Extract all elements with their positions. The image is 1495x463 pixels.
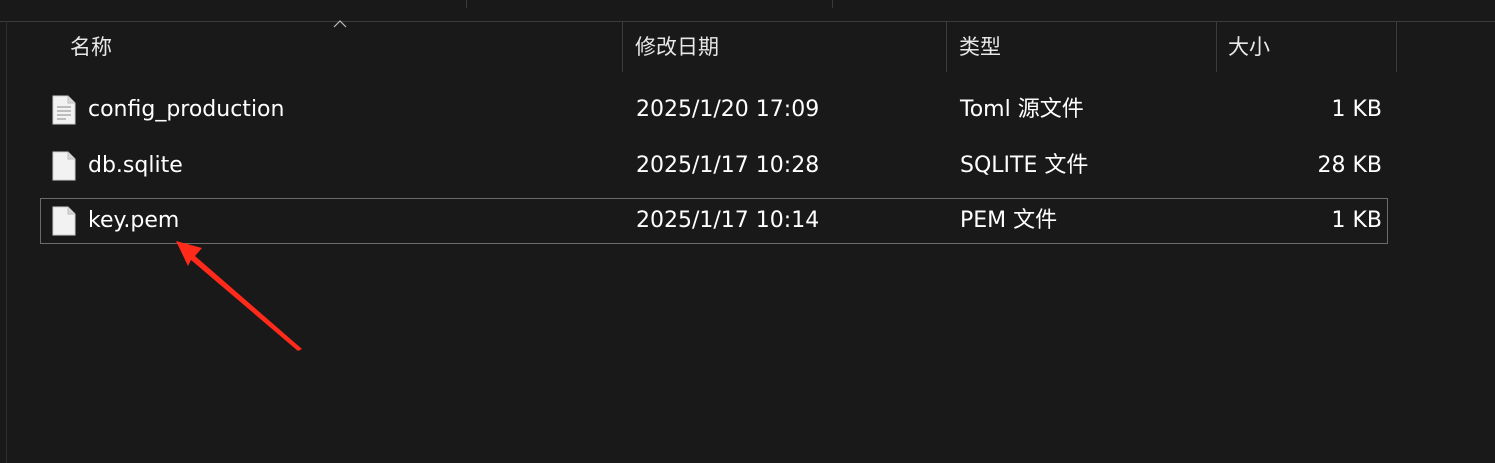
file-explorer-window: 名称 修改日期 类型 大小 config_production 2025/1/2…	[0, 0, 1495, 463]
file-modified-date: 2025/1/17 10:28	[636, 153, 820, 178]
column-resize-handle[interactable]	[946, 22, 947, 72]
file-row-focused[interactable]: key.pem 2025/1/17 10:14 PEM 文件 1 KB	[40, 198, 1388, 244]
column-header-name[interactable]: 名称	[70, 22, 112, 72]
column-resize-handle[interactable]	[1216, 22, 1217, 72]
file-size: 1 KB	[1331, 208, 1382, 233]
file-name: db.sqlite	[88, 153, 183, 178]
file-row[interactable]: db.sqlite 2025/1/17 10:28 SQLITE 文件 28 K…	[40, 143, 1388, 189]
column-resize-handle[interactable]	[1396, 22, 1397, 72]
toolbar-divider	[466, 0, 467, 8]
blank-document-icon	[52, 206, 76, 236]
pane-edge	[6, 21, 7, 463]
file-row[interactable]: config_production 2025/1/20 17:09 Toml 源…	[40, 87, 1388, 133]
blank-document-icon	[52, 151, 76, 181]
column-header-type[interactable]: 类型	[959, 22, 1001, 72]
file-name: config_production	[88, 97, 285, 122]
toolbar-divider	[832, 0, 833, 8]
file-type: PEM 文件	[960, 208, 1058, 233]
file-type: SQLITE 文件	[960, 153, 1089, 178]
toolbar-strip	[0, 0, 1495, 22]
text-document-icon	[52, 95, 76, 125]
file-name: key.pem	[88, 208, 180, 233]
file-size: 1 KB	[1331, 97, 1382, 122]
file-modified-date: 2025/1/17 10:14	[636, 208, 820, 233]
file-size: 28 KB	[1317, 153, 1382, 178]
column-resize-handle[interactable]	[622, 22, 623, 72]
file-type: Toml 源文件	[960, 97, 1084, 122]
column-header-size[interactable]: 大小	[1228, 22, 1270, 72]
column-header-row: 名称 修改日期 类型 大小	[0, 22, 1495, 72]
column-header-modified[interactable]: 修改日期	[635, 22, 719, 72]
file-modified-date: 2025/1/20 17:09	[636, 97, 820, 122]
